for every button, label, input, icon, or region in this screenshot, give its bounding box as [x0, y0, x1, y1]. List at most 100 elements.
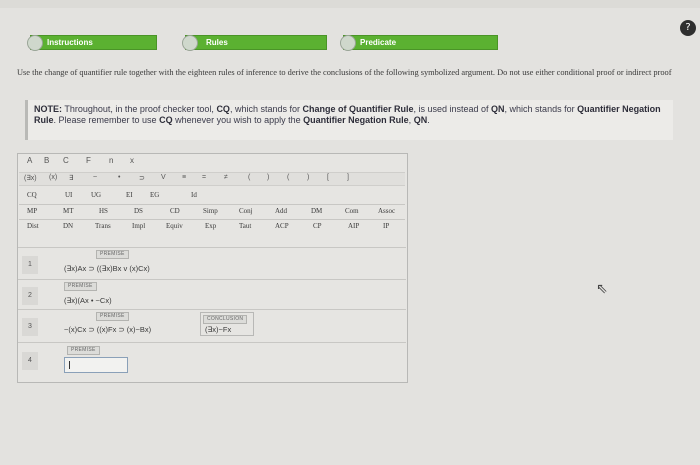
rule-com-button[interactable]: Com [345, 207, 359, 215]
letter-button-b[interactable]: B [44, 156, 49, 165]
rule-ds-button[interactable]: DS [134, 207, 143, 215]
symbol-exists-x[interactable]: (∃x) [24, 174, 37, 182]
note-text: . [427, 115, 430, 125]
note-qn: QN [413, 115, 428, 125]
tab-predicate[interactable]: Predicate [340, 35, 498, 51]
premise-tag: PREMISE [96, 250, 129, 259]
note-cq-rule: Change of Quantifier Rule [302, 104, 414, 114]
note-qn-rule: Quantifier Negation Rule [303, 115, 409, 125]
rule-mp-button[interactable]: MP [27, 207, 37, 215]
note-text: , which stands for [229, 104, 303, 114]
note-text: whenever you wish to apply the [172, 115, 304, 125]
note-box: NOTE: Throughout, in the proof checker t… [25, 100, 673, 140]
rule-equiv-button[interactable]: Equiv [166, 222, 183, 230]
proof-line-divider [18, 309, 406, 310]
proof-formula[interactable]: (∃x)(Ax • ~Cx) [64, 296, 112, 305]
note-cq: CQ [216, 104, 230, 114]
note-prefix: NOTE: [34, 104, 62, 114]
conclusion-tag: CONCLUSION [203, 315, 248, 324]
proof-formula[interactable]: (∃x)Ax ⊃ ((∃x)Bx v (x)Cx) [64, 264, 150, 273]
predicate-icon [340, 35, 356, 51]
symbol-open-paren[interactable]: ( [248, 174, 250, 181]
rule-ui-button[interactable]: UI [65, 191, 72, 199]
tab-rules[interactable]: Rules [182, 35, 327, 51]
symbol-exists[interactable]: ∃ [69, 174, 73, 182]
symbol-not-equals[interactable]: ≠ [224, 174, 228, 181]
note-text: Throughout, in the proof checker tool, [62, 104, 217, 114]
rule-impl-button[interactable]: Impl [132, 222, 145, 230]
rule-exp-button[interactable]: Exp [205, 222, 216, 230]
premise-tag: PREMISE [64, 282, 97, 291]
proof-line-number: 4 [22, 352, 38, 370]
proof-line-input[interactable] [64, 357, 128, 373]
rule-cq-button[interactable]: CQ [27, 191, 37, 199]
tab-label: Instructions [47, 38, 93, 47]
rule-id-button[interactable]: Id [191, 191, 197, 199]
symbol-open-bracket[interactable]: [ [327, 174, 329, 181]
proof-line-divider [18, 279, 406, 280]
rule-ug-button[interactable]: UG [91, 191, 101, 199]
rule-cp-button[interactable]: CP [313, 222, 322, 230]
rule-aip-button[interactable]: AIP [348, 222, 359, 230]
tab-instructions[interactable]: Instructions [27, 35, 157, 51]
rule-simp-button[interactable]: Simp [203, 207, 218, 215]
rule-row: CQ UI UG EI EG Id [19, 189, 405, 203]
text-cursor [69, 361, 70, 369]
letter-button-x[interactable]: x [130, 156, 134, 165]
rule-ip-button[interactable]: IP [383, 222, 389, 230]
help-icon[interactable]: ? [680, 20, 696, 36]
letter-button-f[interactable]: F [86, 156, 91, 165]
conclusion-formula: (∃x)~Fx [205, 325, 232, 334]
symbol-dot[interactable]: • [118, 174, 120, 181]
rule-dm-button[interactable]: DM [311, 207, 322, 215]
tab-label: Predicate [360, 38, 397, 47]
rule-cd-button[interactable]: CD [170, 207, 180, 215]
letter-button-a[interactable]: A [27, 156, 32, 165]
symbol-close-bracket[interactable]: ] [347, 174, 349, 181]
conclusion-box: CONCLUSION (∃x)~Fx [200, 312, 254, 336]
proof-line-divider [18, 247, 406, 248]
symbol-row: (∃x) (x) ∃ ~ • ⊃ V ≡ = ≠ ( ) ( ) [ ] [19, 172, 405, 186]
note-text: , which stands for [504, 104, 578, 114]
note-cq: CQ [159, 115, 173, 125]
symbol-tilde[interactable]: ~ [93, 174, 97, 181]
rule-row: Dist DN Trans Impl Equiv Exp Taut ACP CP… [19, 219, 405, 234]
letter-button-c[interactable]: C [63, 156, 69, 165]
symbol-close-paren[interactable]: ) [307, 174, 309, 181]
rule-eg-button[interactable]: EG [150, 191, 159, 199]
rule-dn-button[interactable]: DN [63, 222, 73, 230]
rule-add-button[interactable]: Add [275, 207, 287, 215]
proof-line-divider [18, 342, 406, 343]
symbol-horseshoe[interactable]: ⊃ [139, 174, 145, 182]
symbol-wedge[interactable]: V [161, 174, 166, 181]
rule-trans-button[interactable]: Trans [95, 222, 111, 230]
symbol-triple-bar[interactable]: ≡ [182, 174, 186, 181]
rule-ei-button[interactable]: EI [126, 191, 133, 199]
mouse-cursor-icon: ⇖ [596, 281, 608, 297]
proof-line-number: 2 [22, 287, 38, 305]
rule-acp-button[interactable]: ACP [275, 222, 289, 230]
symbol-equals[interactable]: = [202, 174, 206, 181]
rule-dist-button[interactable]: Dist [27, 222, 39, 230]
premise-tag: PREMISE [96, 312, 129, 321]
symbol-open-paren[interactable]: ( [287, 174, 289, 181]
proof-line-number: 1 [22, 256, 38, 274]
rule-assoc-button[interactable]: Assoc [378, 207, 395, 215]
proof-line-number: 3 [22, 318, 38, 336]
rule-taut-button[interactable]: Taut [239, 222, 251, 230]
rule-mt-button[interactable]: MT [63, 207, 74, 215]
premise-tag: PREMISE [67, 346, 100, 355]
symbol-forall-x[interactable]: (x) [49, 174, 57, 181]
letter-button-n[interactable]: n [109, 156, 113, 165]
top-bar [0, 0, 700, 8]
note-text: . Please remember to use [53, 115, 160, 125]
rule-conj-button[interactable]: Conj [239, 207, 253, 215]
symbol-close-paren[interactable]: ) [267, 174, 269, 181]
rules-icon [182, 35, 198, 51]
proof-formula[interactable]: ~(x)Cx ⊃ ((x)Fx ⊃ (x)~Bx) [64, 325, 151, 334]
instructions-text: Use the change of quantifier rule togeth… [17, 68, 672, 77]
rule-hs-button[interactable]: HS [99, 207, 108, 215]
rule-row: MP MT HS DS CD Simp Conj Add DM Com Asso… [19, 204, 405, 219]
note-text: , is used instead of [413, 104, 492, 114]
note-qn: QN [491, 104, 505, 114]
